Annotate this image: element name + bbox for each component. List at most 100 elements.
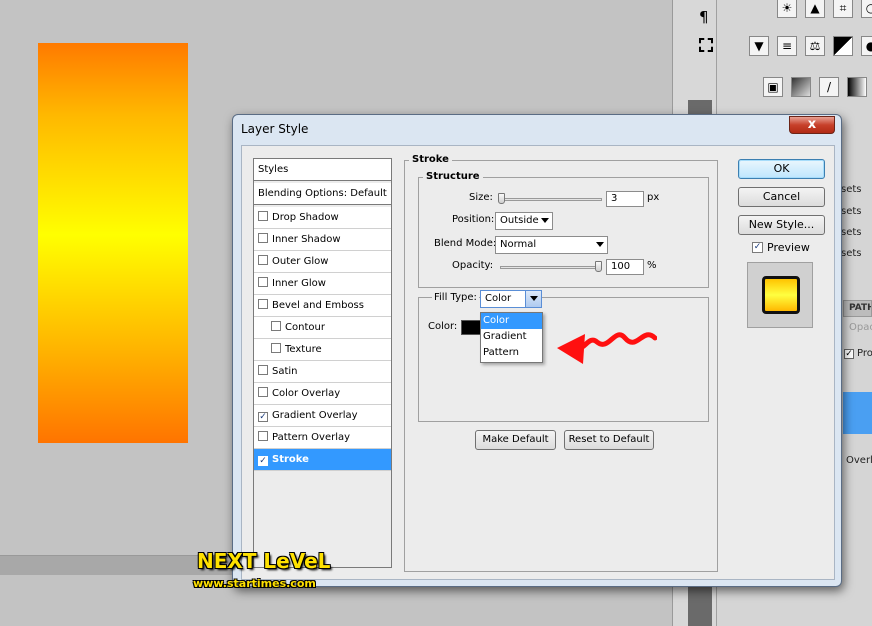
hue-saturation-icon[interactable]: ≡ <box>777 36 797 56</box>
exposure-icon[interactable]: ○ <box>861 0 872 18</box>
outer-glow-checkbox[interactable] <box>258 255 268 265</box>
black-white-icon[interactable] <box>833 36 853 56</box>
size-slider-track[interactable] <box>500 198 602 201</box>
make-default-button[interactable]: Make Default <box>475 430 556 450</box>
style-item-inner-glow[interactable]: Inner Glow <box>254 273 391 295</box>
menu-item-color[interactable]: Color <box>481 313 542 329</box>
close-button[interactable]: x <box>789 116 835 134</box>
opacity-label: Opacity: <box>452 260 494 271</box>
style-item-pattern-overlay[interactable]: Pattern Overlay <box>254 427 391 449</box>
reset-default-button[interactable]: Reset to Default <box>564 430 654 450</box>
size-unit: px <box>647 192 660 203</box>
blend-mode-label: Blend Mode: <box>434 238 497 249</box>
presets-label-3[interactable]: sets <box>841 227 862 238</box>
crop-icon[interactable] <box>699 38 713 52</box>
style-item-label: Color Overlay <box>272 388 341 399</box>
presets-label-4[interactable]: sets <box>841 248 862 259</box>
style-item-drop-shadow[interactable]: Drop Shadow <box>254 207 391 229</box>
overlay-short-label: Overla <box>846 455 872 466</box>
selected-layer-row[interactable] <box>843 392 872 434</box>
fill-type-dropdown-button[interactable] <box>525 291 541 307</box>
style-item-label: Contour <box>285 322 325 333</box>
paragraph-icon[interactable]: ¶ <box>699 8 709 26</box>
styles-header[interactable]: Styles <box>254 159 391 181</box>
style-item-bevel-and-emboss[interactable]: Bevel and Emboss <box>254 295 391 317</box>
pattern-overlay-checkbox[interactable] <box>258 431 268 441</box>
color-overlay-checkbox[interactable] <box>258 387 268 397</box>
paths-tab[interactable]: PATH <box>843 300 872 317</box>
style-item-label: Inner Glow <box>272 278 326 289</box>
opacity-input[interactable]: 100 <box>606 259 644 275</box>
style-item-inner-shadow[interactable]: Inner Shadow <box>254 229 391 251</box>
opacity-slider-thumb[interactable] <box>595 261 602 272</box>
style-item-label: Bevel and Emboss <box>272 300 364 311</box>
preview-swatch <box>762 276 800 314</box>
photo-filter-icon[interactable]: ● <box>861 36 872 56</box>
brightness-icon[interactable]: ☀ <box>777 0 797 18</box>
blend-mode-select[interactable]: Normal <box>495 236 608 254</box>
menu-item-pattern[interactable]: Pattern <box>481 345 542 361</box>
chevron-down-icon <box>596 242 604 247</box>
watermark-logo-text: NEXT LeVeL <box>197 549 331 573</box>
bevel-and-emboss-checkbox[interactable] <box>258 299 268 309</box>
style-item-label: Drop Shadow <box>272 212 339 223</box>
style-item-satin[interactable]: Satin <box>254 361 391 383</box>
style-item-outer-glow[interactable]: Outer Glow <box>254 251 391 273</box>
invert-icon[interactable] <box>791 77 811 97</box>
style-item-stroke[interactable]: ✓ Stroke <box>254 449 391 471</box>
gradient-overlay-checkbox[interactable]: ✓ <box>258 412 268 422</box>
chevron-down-icon <box>530 296 538 301</box>
new-style-button[interactable]: New Style... <box>738 215 825 235</box>
vibrance-icon[interactable]: ▼ <box>749 36 769 56</box>
gradient-map-icon[interactable] <box>847 77 867 97</box>
preview-label: Preview <box>767 241 810 254</box>
position-label: Position: <box>452 214 495 225</box>
dialog-body: Styles Blending Options: Default Drop Shad… <box>241 145 835 580</box>
style-item-gradient-overlay[interactable]: ✓ Gradient Overlay <box>254 405 391 427</box>
preview-checkbox[interactable]: ✓ <box>752 242 763 253</box>
position-select[interactable]: Outside <box>495 212 553 230</box>
structure-group-title: Structure <box>423 171 483 182</box>
channel-mixer-icon[interactable]: ▣ <box>763 77 783 97</box>
style-item-label: Inner Shadow <box>272 234 341 245</box>
style-item-label: Texture <box>285 344 322 355</box>
position-value: Outside <box>500 215 539 226</box>
contour-checkbox[interactable] <box>271 321 281 331</box>
levels-icon[interactable]: ▲ <box>805 0 825 18</box>
size-input[interactable]: 3 <box>606 191 644 207</box>
style-item-label: Satin <box>272 366 298 377</box>
blending-options-row[interactable]: Blending Options: Default <box>254 183 391 205</box>
opacity-slider-track[interactable] <box>500 266 602 269</box>
opacity-unit: % <box>647 260 657 271</box>
presets-label-2[interactable]: sets <box>841 206 862 217</box>
style-item-texture[interactable]: Texture <box>254 339 391 361</box>
inner-shadow-checkbox[interactable] <box>258 233 268 243</box>
cancel-button[interactable]: Cancel <box>738 187 825 207</box>
dialog-title: Layer Style <box>241 122 309 136</box>
style-item-label: Pattern Overlay <box>272 432 351 443</box>
chevron-down-icon <box>541 218 549 223</box>
drop-shadow-checkbox[interactable] <box>258 211 268 221</box>
fill-type-select[interactable]: Color <box>480 290 542 308</box>
gradient-layer-shape[interactable] <box>38 43 188 443</box>
size-slider-thumb[interactable] <box>498 193 505 204</box>
stroke-color-swatch[interactable] <box>461 320 481 335</box>
presets-label-1[interactable]: sets <box>841 184 862 195</box>
pro-checkbox[interactable]: ✓ <box>844 349 854 359</box>
stroke-checkbox[interactable]: ✓ <box>258 456 268 466</box>
color-balance-icon[interactable]: ⚖ <box>805 36 825 56</box>
ok-button[interactable]: OK <box>738 159 825 179</box>
style-item-contour[interactable]: Contour <box>254 317 391 339</box>
color-label: Color: <box>428 321 458 332</box>
inner-glow-checkbox[interactable] <box>258 277 268 287</box>
fill-type-value: Color <box>485 293 512 304</box>
style-item-color-overlay[interactable]: Color Overlay <box>254 383 391 405</box>
layer-style-dialog: Layer Style x Styles Blending Options: De… <box>232 114 842 587</box>
style-item-label: Gradient Overlay <box>272 410 358 421</box>
satin-checkbox[interactable] <box>258 365 268 375</box>
curves-icon[interactable]: ⌗ <box>833 0 853 18</box>
menu-item-gradient[interactable]: Gradient <box>481 329 542 345</box>
texture-checkbox[interactable] <box>271 343 281 353</box>
posterize-icon[interactable]: / <box>819 77 839 97</box>
opacity-short-label: Opac <box>849 322 872 333</box>
